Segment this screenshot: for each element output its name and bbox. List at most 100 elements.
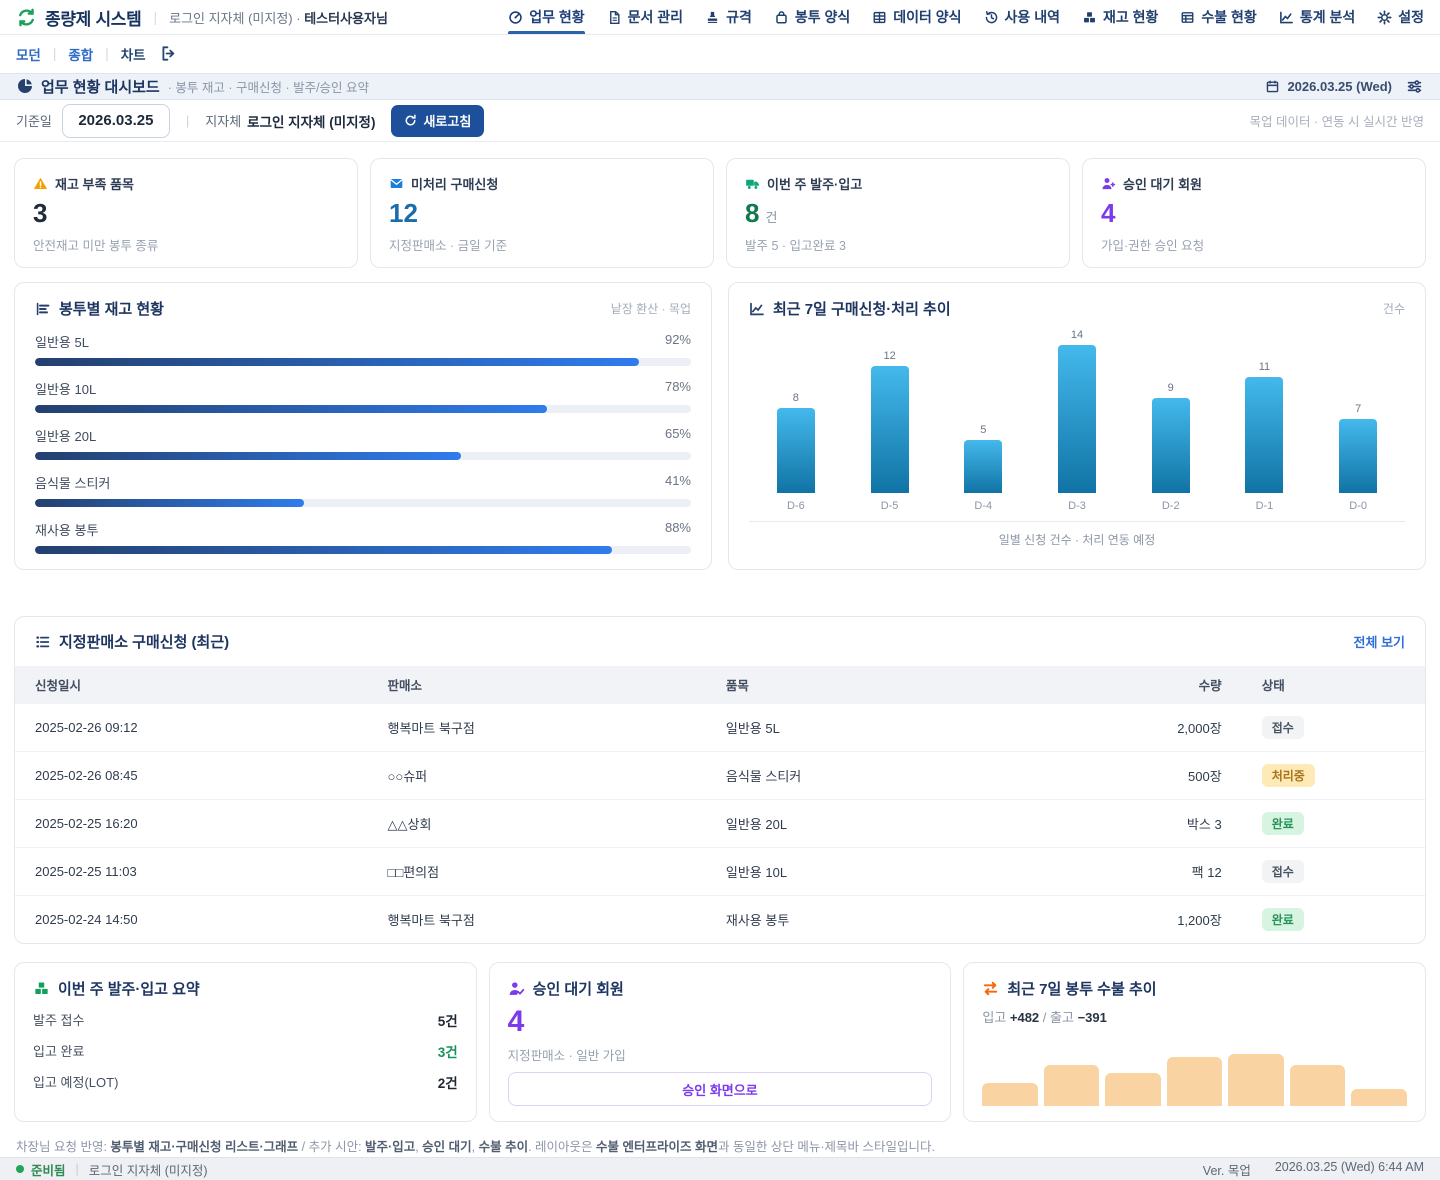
inventory-item-percent: 88% xyxy=(665,520,691,539)
logout-icon xyxy=(160,45,177,62)
cell-status: 처리중 xyxy=(1242,752,1425,800)
nav-item-8[interactable]: 수불 현황 xyxy=(1180,0,1256,34)
flow-bar xyxy=(1044,1065,1100,1107)
inventory-bar-fill xyxy=(35,358,639,366)
nav-item-5[interactable]: 데이터 양식 xyxy=(872,0,961,34)
inventory-item-label: 재사용 봉투 xyxy=(35,520,98,539)
view-link-2[interactable]: 종합 xyxy=(68,44,93,64)
nav-item-2[interactable]: 문서 관리 xyxy=(607,0,683,34)
trend-bar-column: 14 xyxy=(1030,325,1124,493)
base-date-input[interactable] xyxy=(62,104,170,138)
footnote-segment: 봉투별 재고·구매신청 리스트·그래프 xyxy=(110,1140,298,1154)
inventory-item-label: 음식물 스티커 xyxy=(35,473,110,492)
version-label: Ver. 목업 xyxy=(1203,1160,1251,1179)
status-badge: 접수 xyxy=(1262,860,1304,883)
login-org-text: 로그인 지자체 (미지정) · xyxy=(169,11,300,26)
flow-bar xyxy=(1105,1073,1161,1106)
view-link-1[interactable]: 모던 xyxy=(16,44,41,64)
table-row[interactable]: 2025-02-25 16:20△△상회일반용 20L박스 3완료 xyxy=(15,800,1425,848)
inventory-item-percent: 41% xyxy=(665,473,691,492)
nav-item-label: 재고 현황 xyxy=(1103,7,1158,27)
flow-bar xyxy=(1228,1054,1284,1106)
nav-item-6[interactable]: 사용 내역 xyxy=(984,0,1060,34)
trend-bar xyxy=(964,440,1002,493)
flow-in-value: +482 xyxy=(1010,1010,1039,1025)
flow-card: 최근 7일 봉투 수불 추이 입고 +482 / 출고 −391 xyxy=(963,962,1426,1122)
view-switch-separator: | xyxy=(105,46,109,61)
middle-panels: 봉투별 재고 현황 낱장 환산 · 목업 일반용 5L92%일반용 10L78%… xyxy=(14,282,1426,570)
inventory-item-label: 일반용 10L xyxy=(35,379,96,398)
orders-row: 입고 예정(LOT)2건 xyxy=(33,1072,458,1092)
kpi-value: 8 xyxy=(745,200,759,226)
approval-screen-button[interactable]: 승인 화면으로 xyxy=(508,1072,933,1106)
table-row[interactable]: 2025-02-26 09:12행복마트 북구점일반용 5L2,000장접수 xyxy=(15,704,1425,752)
inventory-bar-fill xyxy=(35,452,461,460)
cell-datetime: 2025-02-26 08:45 xyxy=(15,752,368,800)
nav-item-1[interactable]: 업무 현황 xyxy=(508,0,584,34)
history-icon xyxy=(984,10,999,25)
trend-bar xyxy=(1245,377,1283,493)
x-axis-label: D-0 xyxy=(1311,500,1405,512)
header-date-chip[interactable]: 2026.03.25 (Wed) xyxy=(1265,79,1392,94)
trend-caption: 일별 신청 건수 · 처리 연동 예정 xyxy=(749,522,1405,548)
org-label: 지자체 xyxy=(205,111,241,130)
kpi-unit: 건 xyxy=(765,207,777,226)
trend-bar-column: 5 xyxy=(936,325,1030,493)
orders-row-label: 발주 접수 xyxy=(33,1010,84,1030)
bar-value-label: 5 xyxy=(980,424,986,436)
orders-row-label: 입고 완료 xyxy=(33,1041,84,1061)
logout-button[interactable] xyxy=(160,45,177,62)
kpi-value: 4 xyxy=(1101,200,1115,226)
pie-chart-icon xyxy=(17,78,33,94)
x-axis-label: D-2 xyxy=(1124,500,1218,512)
top-header: 종량제 시스템 | 로그인 지자체 (미지정) · 테스터사용자님 업무 현황문… xyxy=(0,0,1440,35)
bar-value-label: 14 xyxy=(1071,329,1083,341)
bar-value-label: 11 xyxy=(1259,361,1270,373)
table-row[interactable]: 2025-02-26 08:45○○슈퍼음식물 스티커500장처리중 xyxy=(15,752,1425,800)
footnote-segment: 승인 대기 xyxy=(422,1140,471,1154)
kpi-card-3: 이번 주 발주·입고8건발주 5 · 입고완료 3 xyxy=(726,158,1070,268)
kpi-card-4: 승인 대기 회원4가입·권한 승인 요청 xyxy=(1082,158,1426,268)
inventory-bar-row: 일반용 10L78% xyxy=(35,379,691,413)
cell-item: 재사용 봉투 xyxy=(706,896,1059,944)
table-row[interactable]: 2025-02-25 11:03□□편의점일반용 10L팩 12접수 xyxy=(15,848,1425,896)
column-header: 신청일시 xyxy=(15,666,368,704)
footnote-segment: 차장님 요청 반영: xyxy=(16,1140,110,1154)
inventory-bar-fill xyxy=(35,546,612,554)
flow-bar xyxy=(1167,1057,1223,1106)
refresh-button[interactable]: 새로고침 xyxy=(391,105,484,137)
trend-panel: 최근 7일 구매신청·처리 추이 건수 8125149117 D-6D-5D-4… xyxy=(728,282,1426,570)
kpi-label-text: 승인 대기 회원 xyxy=(1123,174,1202,193)
kpi-sub: 지정판매소 · 금일 기준 xyxy=(389,235,695,254)
flow-summary: 입고 +482 / 출고 −391 xyxy=(982,1007,1407,1026)
requests-table: 신청일시판매소품목수량상태 2025-02-26 09:12행복마트 북구점일반… xyxy=(15,666,1425,943)
cell-store: □□편의점 xyxy=(368,848,706,896)
trend-unit-label: 건수 xyxy=(1383,300,1405,317)
cell-status: 완료 xyxy=(1242,896,1425,944)
refresh-label: 새로고침 xyxy=(423,111,471,130)
view-link-3[interactable]: 차트 xyxy=(121,44,146,64)
trend-x-labels: D-6D-5D-4D-3D-2D-1D-0 xyxy=(749,500,1405,522)
orders-row-label: 입고 예정(LOT) xyxy=(33,1072,118,1092)
kpi-value-row: 12 xyxy=(389,200,695,226)
status-text: 준비됨 xyxy=(31,1160,66,1179)
filter-options-button[interactable] xyxy=(1406,78,1423,95)
inventory-bar-meta: 재사용 봉투 88% xyxy=(35,520,691,539)
orders-card-head: 이번 주 발주·입고 요약 xyxy=(33,978,458,999)
cell-item: 음식물 스티커 xyxy=(706,752,1059,800)
login-context: 로그인 지자체 (미지정) · 테스터사용자님 xyxy=(169,8,388,27)
app-logo: 종량제 시스템 xyxy=(16,5,141,30)
view-all-link[interactable]: 전체 보기 xyxy=(1354,632,1405,651)
orders-rows: 발주 접수5건입고 완료3건입고 예정(LOT)2건 xyxy=(33,999,458,1092)
table-row[interactable]: 2025-02-24 14:50행복마트 북구점재사용 봉투1,200장완료 xyxy=(15,896,1425,944)
cell-datetime: 2025-02-26 09:12 xyxy=(15,704,368,752)
nav-item-10[interactable]: 설정 xyxy=(1377,0,1424,34)
nav-item-label: 규격 xyxy=(726,7,752,27)
nav-item-7[interactable]: 재고 현황 xyxy=(1082,0,1158,34)
x-axis-label: D-4 xyxy=(936,500,1030,512)
nav-item-3[interactable]: 규격 xyxy=(705,0,752,34)
nav-item-9[interactable]: 통계 분석 xyxy=(1279,0,1355,34)
chartline-icon xyxy=(1279,10,1294,25)
nav-item-4[interactable]: 봉투 양식 xyxy=(774,0,850,34)
cell-status: 접수 xyxy=(1242,848,1425,896)
